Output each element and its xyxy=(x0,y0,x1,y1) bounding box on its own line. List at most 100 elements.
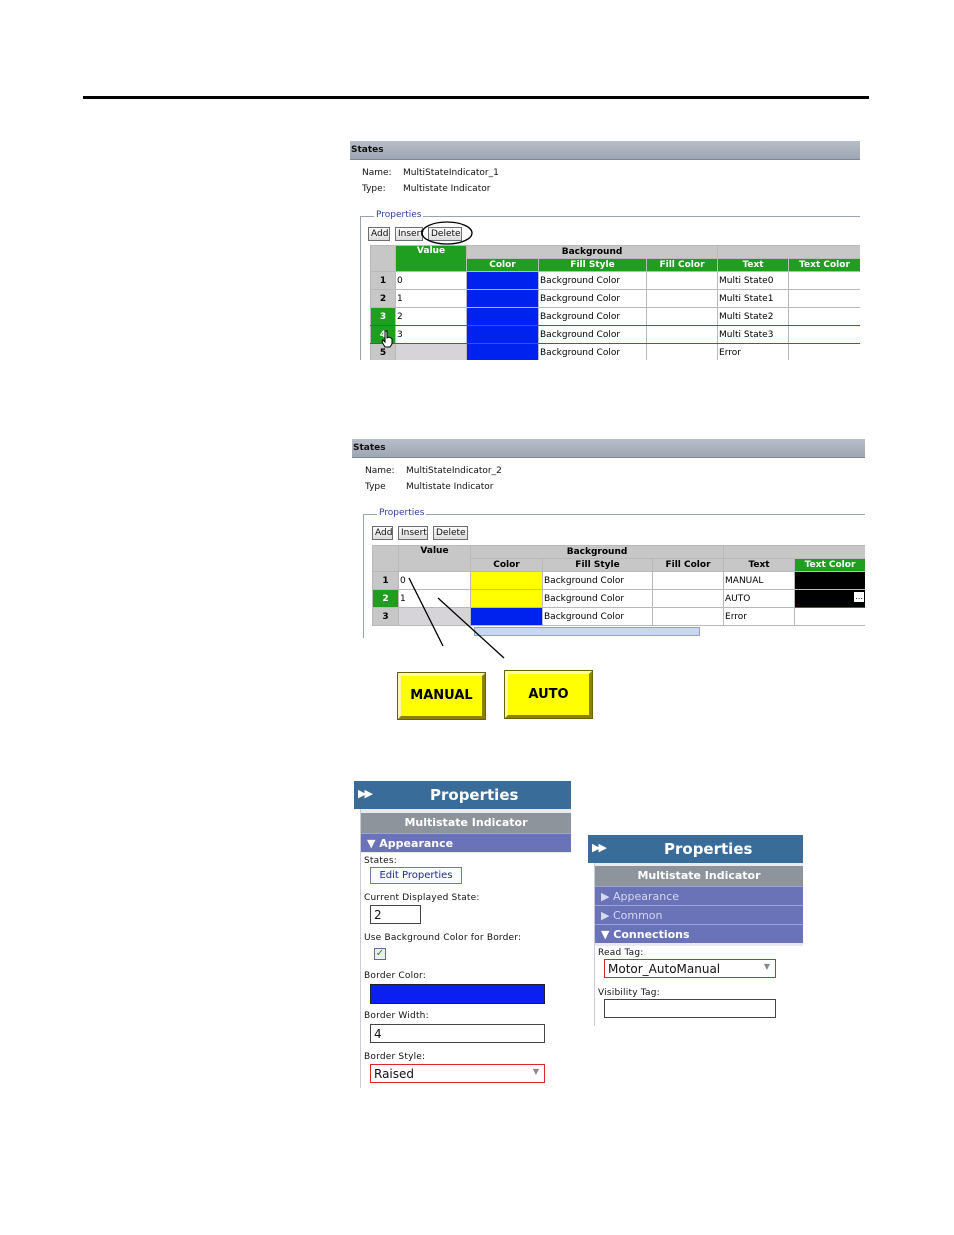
fill-color-cell[interactable] xyxy=(645,271,719,290)
section-common[interactable]: ▶ Common xyxy=(595,905,803,924)
fill-style-cell[interactable]: Background Color xyxy=(542,589,653,608)
add-button[interactable]: Add xyxy=(372,526,393,540)
insert-button[interactable]: Insert xyxy=(395,227,424,241)
text-cell[interactable]: Error xyxy=(717,343,790,360)
expand-icon[interactable]: ▶▶ xyxy=(358,787,373,800)
value-cell[interactable]: 2 xyxy=(395,307,467,326)
table-row-selected[interactable]: 4 3 Background Color Multi State3 xyxy=(370,325,860,344)
fill-color-cell[interactable] xyxy=(645,325,719,344)
text-cell[interactable]: Error xyxy=(723,607,796,626)
chevron-down-icon[interactable]: ▼ xyxy=(764,962,770,971)
color-swatch[interactable] xyxy=(470,589,543,608)
edit-properties-button[interactable]: Edit Properties xyxy=(370,867,462,884)
value-cell[interactable]: 1 xyxy=(395,289,467,308)
header-fill-color[interactable]: Fill Color xyxy=(645,258,719,272)
row-number[interactable]: 1 xyxy=(370,271,396,290)
text-cell[interactable]: MANUAL xyxy=(723,571,796,590)
add-button[interactable]: Add xyxy=(368,227,390,241)
text-color-cell-editing[interactable]: ... xyxy=(794,589,865,608)
text-color-cell[interactable] xyxy=(788,343,860,360)
fill-color-cell[interactable] xyxy=(651,607,725,626)
header-text-color[interactable]: Text Color xyxy=(788,258,860,272)
fill-color-cell[interactable] xyxy=(645,343,719,360)
row-number[interactable]: 2 xyxy=(370,289,396,308)
border-style-select[interactable]: Raised ▼ xyxy=(370,1064,545,1083)
visibility-tag-input[interactable] xyxy=(604,999,776,1018)
use-bg-color-checkbox[interactable]: ✓ xyxy=(374,948,386,960)
insert-button[interactable]: Insert xyxy=(398,526,428,540)
header-text[interactable]: Text xyxy=(723,558,796,572)
table-row-selected[interactable]: 2 1 Background Color AUTO ... xyxy=(372,589,865,608)
expand-icon[interactable]: ▶▶ xyxy=(592,841,607,854)
fill-color-cell[interactable] xyxy=(645,307,719,326)
text-color-cell[interactable] xyxy=(794,571,865,590)
color-swatch[interactable] xyxy=(466,343,539,360)
fill-color-cell[interactable] xyxy=(651,571,725,590)
current-state-input[interactable]: 2 xyxy=(370,905,421,924)
fill-style-cell[interactable]: Background Color xyxy=(538,325,647,344)
read-tag-label: Read Tag: xyxy=(598,948,644,958)
row-number[interactable]: 2 xyxy=(372,589,399,608)
color-swatch[interactable] xyxy=(466,307,539,326)
header-value[interactable]: Value xyxy=(395,245,467,272)
text-color-cell[interactable] xyxy=(788,289,860,308)
header-fill-style[interactable]: Fill Style xyxy=(542,558,653,572)
header-fill-color[interactable]: Fill Color xyxy=(651,558,725,572)
properties-legend: Properties xyxy=(377,508,427,518)
text-color-cell[interactable] xyxy=(788,271,860,290)
text-cell[interactable]: Multi State1 xyxy=(717,289,790,308)
text-cell[interactable]: Multi State0 xyxy=(717,271,790,290)
collapse-triangle-icon: ▼ xyxy=(601,928,614,941)
value-cell[interactable] xyxy=(395,343,467,360)
fill-color-cell[interactable] xyxy=(651,589,725,608)
color-swatch[interactable] xyxy=(466,271,539,290)
table-row[interactable]: 1 0 Background Color MANUAL xyxy=(372,571,865,590)
ellipsis-button[interactable]: ... xyxy=(854,592,865,602)
table-row[interactable]: 2 1 Background Color Multi State1 xyxy=(370,289,860,308)
fill-color-cell[interactable] xyxy=(645,289,719,308)
horizontal-scrollbar[interactable] xyxy=(474,627,700,636)
row-number[interactable]: 1 xyxy=(372,571,399,590)
text-color-cell[interactable] xyxy=(788,325,860,344)
border-color-swatch[interactable] xyxy=(370,984,545,1004)
text-cell[interactable]: Multi State2 xyxy=(717,307,790,326)
border-width-input[interactable]: 4 xyxy=(370,1024,545,1043)
section-appearance[interactable]: ▶ Appearance xyxy=(595,886,803,905)
fill-style-cell[interactable]: Background Color xyxy=(542,607,653,626)
value-cell[interactable]: 1 xyxy=(398,589,471,608)
color-swatch[interactable] xyxy=(470,607,543,626)
header-value[interactable]: Value xyxy=(398,545,471,572)
text-cell[interactable]: Multi State3 xyxy=(717,325,790,344)
fill-style-cell[interactable]: Background Color xyxy=(538,343,647,360)
fill-style-cell[interactable]: Background Color xyxy=(538,307,647,326)
delete-button[interactable]: Delete xyxy=(433,526,468,540)
header-fill-style[interactable]: Fill Style xyxy=(538,258,647,272)
text-color-cell[interactable] xyxy=(788,307,860,326)
table-row[interactable]: 3 Background Color Error xyxy=(372,607,865,626)
color-swatch[interactable] xyxy=(470,571,543,590)
value-cell[interactable]: 0 xyxy=(395,271,467,290)
text-color-cell[interactable] xyxy=(794,607,865,626)
fill-style-cell[interactable]: Background Color xyxy=(538,271,647,290)
header-text[interactable]: Text xyxy=(717,258,790,272)
text-cell[interactable]: AUTO xyxy=(723,589,796,608)
fill-style-cell[interactable]: Background Color xyxy=(538,289,647,308)
row-number[interactable]: 3 xyxy=(372,607,399,626)
value-cell[interactable]: 0 xyxy=(398,571,471,590)
section-connections[interactable]: ▼ Connections xyxy=(595,924,803,943)
color-swatch[interactable] xyxy=(466,289,539,308)
header-color[interactable]: Color xyxy=(470,558,543,572)
section-appearance[interactable]: ▼ Appearance xyxy=(361,833,571,852)
read-tag-select[interactable]: Motor_AutoManual ▼ xyxy=(604,959,776,978)
header-text-color[interactable]: Text Color xyxy=(794,558,865,572)
header-color[interactable]: Color xyxy=(466,258,539,272)
value-cell[interactable]: 3 xyxy=(395,325,467,344)
fill-style-cell[interactable]: Background Color xyxy=(542,571,653,590)
chevron-down-icon[interactable]: ▼ xyxy=(533,1067,539,1076)
row-number[interactable]: 3 xyxy=(370,307,396,326)
value-cell[interactable] xyxy=(398,607,471,626)
table-row[interactable]: 5 Background Color Error xyxy=(370,343,860,360)
table-row[interactable]: 1 0 Background Color Multi State0 xyxy=(370,271,860,290)
table-row-selected[interactable]: 3 2 Background Color Multi State2 xyxy=(370,307,860,326)
color-swatch[interactable] xyxy=(466,325,539,344)
